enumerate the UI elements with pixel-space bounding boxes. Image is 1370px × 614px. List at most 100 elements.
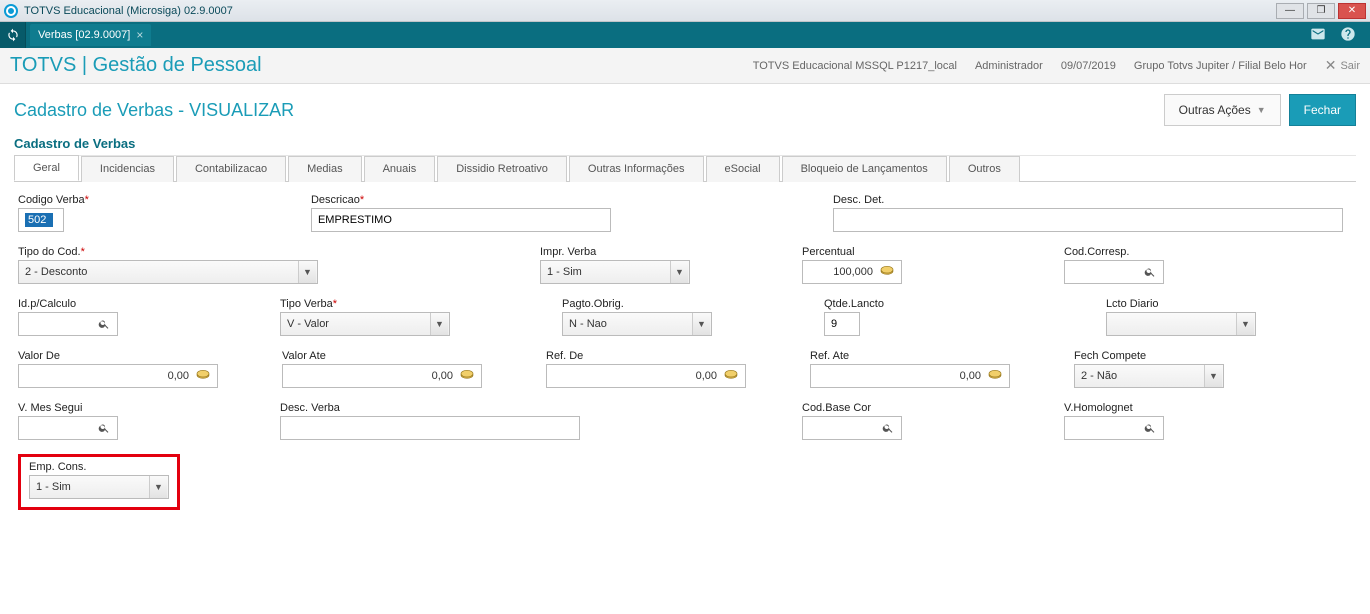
tab-dissidio[interactable]: Dissidio Retroativo (437, 156, 567, 182)
codigo-verba-input[interactable] (25, 213, 53, 227)
impr-verba-select[interactable]: 1 - Sim▼ (540, 260, 690, 284)
cod-base-cor-field[interactable] (802, 416, 902, 440)
chevron-down-icon: ▼ (1204, 365, 1222, 387)
cod-corresp-field[interactable] (1064, 260, 1164, 284)
desc-det-field[interactable] (833, 208, 1343, 232)
tipo-verba-value: V - Valor (287, 318, 329, 330)
section-subtitle: Cadastro de Verbas (14, 136, 1356, 156)
tab-geral[interactable]: Geral (14, 155, 79, 181)
tab-outros[interactable]: Outros (949, 156, 1020, 182)
chevron-down-icon: ▼ (149, 476, 167, 498)
tab-medias[interactable]: Medias (288, 156, 361, 182)
minimize-button[interactable]: — (1276, 3, 1304, 19)
help-icon[interactable] (1340, 26, 1356, 45)
other-actions-button[interactable]: Outras Ações ▼ (1164, 94, 1281, 126)
label-cod-corresp: Cod.Corresp. (1064, 246, 1164, 258)
ref-de-field[interactable]: 0,00 (546, 364, 746, 388)
currency-icon (879, 265, 895, 280)
label-emp-cons: Emp. Cons. (29, 461, 169, 473)
pagto-obrig-select[interactable]: N - Nao ▼ (562, 312, 712, 336)
close-label: Fechar (1304, 103, 1341, 117)
descricao-input[interactable] (318, 214, 604, 226)
other-actions-label: Outras Ações (1179, 103, 1251, 117)
v-homolognet-field[interactable] (1064, 416, 1164, 440)
tipo-verba-select[interactable]: V - Valor▼ (280, 312, 450, 336)
label-descricao: Descricao* (311, 194, 611, 206)
qtde-lancto-input[interactable] (831, 318, 853, 330)
tipo-cod-value: 2 - Desconto (25, 266, 87, 278)
currency-icon (987, 369, 1003, 384)
label-tipo-verba: Tipo Verba* (280, 298, 450, 310)
cod-base-cor-input[interactable] (809, 422, 882, 434)
search-icon[interactable] (98, 420, 111, 436)
codigo-verba-field[interactable] (18, 208, 64, 232)
tab-bloqueio[interactable]: Bloqueio de Lançamentos (782, 156, 947, 182)
valor-de-field[interactable]: 0,00 (18, 364, 218, 388)
label-id-calculo: Id.p/Calculo (18, 298, 118, 310)
label-tipo-cod: Tipo do Cod.* (18, 246, 318, 258)
maximize-button[interactable]: ❐ (1307, 3, 1335, 19)
tab-esocial[interactable]: eSocial (706, 156, 780, 182)
ref-ate-field[interactable]: 0,00 (810, 364, 1010, 388)
search-icon[interactable] (1144, 420, 1157, 436)
valor-ate-field[interactable]: 0,00 (282, 364, 482, 388)
id-calculo-input[interactable] (25, 318, 98, 330)
label-cod-base-cor: Cod.Base Cor (802, 402, 902, 414)
valor-de-value: 0,00 (168, 370, 189, 382)
v-homolognet-input[interactable] (1071, 422, 1144, 434)
desc-verba-field[interactable] (280, 416, 580, 440)
lcto-diario-select[interactable]: ▼ (1106, 312, 1256, 336)
ref-de-value: 0,00 (696, 370, 717, 382)
desc-det-input[interactable] (840, 214, 1336, 226)
fech-compete-select[interactable]: 2 - Não▼ (1074, 364, 1224, 388)
pagto-obrig-value: N - Nao (569, 318, 607, 330)
label-impr-verba: Impr. Verba (540, 246, 690, 258)
percentual-field[interactable]: 100,000 (802, 260, 902, 284)
tipo-cod-select[interactable]: 2 - Desconto ▼ (18, 260, 318, 284)
document-tab-close-icon[interactable]: × (136, 28, 143, 42)
refresh-button[interactable] (0, 22, 26, 48)
valor-ate-value: 0,00 (432, 370, 453, 382)
label-codigo-verba: Codigo Verba* (18, 194, 89, 206)
window-titlebar: TOTVS Educacional (Microsiga) 02.9.0007 … (0, 0, 1370, 22)
search-icon[interactable] (98, 316, 111, 332)
status-env: TOTVS Educacional MSSQL P1217_local (753, 60, 957, 72)
label-desc-verba: Desc. Verba (280, 402, 580, 414)
status-date: 09/07/2019 (1061, 60, 1116, 72)
v-mes-segui-input[interactable] (25, 422, 98, 434)
close-window-button[interactable]: ✕ (1338, 3, 1366, 19)
currency-icon (723, 369, 739, 384)
label-fech-compete: Fech Compete (1074, 350, 1224, 362)
descricao-field[interactable] (311, 208, 611, 232)
label-v-mes-segui: V. Mes Segui (18, 402, 118, 414)
id-calculo-field[interactable] (18, 312, 118, 336)
close-button[interactable]: Fechar (1289, 94, 1356, 126)
mail-icon[interactable] (1310, 26, 1326, 45)
label-valor-ate: Valor Ate (282, 350, 482, 362)
tab-anuais[interactable]: Anuais (364, 156, 436, 182)
form-tabs: Geral Incidencias Contabilizacao Medias … (14, 155, 1356, 182)
tab-outras-info[interactable]: Outras Informações (569, 156, 704, 182)
exit-button[interactable]: ✕Sair (1325, 57, 1360, 74)
chevron-down-icon: ▼ (692, 313, 710, 335)
qtde-lancto-field[interactable] (824, 312, 860, 336)
chevron-down-icon: ▼ (1257, 105, 1266, 115)
document-tab[interactable]: Verbas [02.9.0007] × (30, 24, 151, 46)
close-icon: ✕ (1325, 57, 1337, 74)
emp-cons-select[interactable]: 1 - Sim▼ (29, 475, 169, 499)
label-ref-de: Ref. De (546, 350, 746, 362)
label-qtde-lancto: Qtde.Lancto (824, 298, 884, 310)
chevron-down-icon: ▼ (298, 261, 316, 283)
desc-verba-input[interactable] (287, 422, 573, 434)
search-icon[interactable] (1144, 264, 1157, 280)
chevron-down-icon: ▼ (1236, 313, 1254, 335)
tab-contabilizacao[interactable]: Contabilizacao (176, 156, 286, 182)
search-icon[interactable] (882, 420, 895, 436)
v-mes-segui-field[interactable] (18, 416, 118, 440)
cod-corresp-input[interactable] (1071, 266, 1144, 278)
label-lcto-diario: Lcto Diario (1106, 298, 1256, 310)
module-title: TOTVS | Gestão de Pessoal (10, 54, 262, 77)
tab-incidencias[interactable]: Incidencias (81, 156, 174, 182)
currency-icon (459, 369, 475, 384)
label-desc-det: Desc. Det. (833, 194, 1343, 206)
